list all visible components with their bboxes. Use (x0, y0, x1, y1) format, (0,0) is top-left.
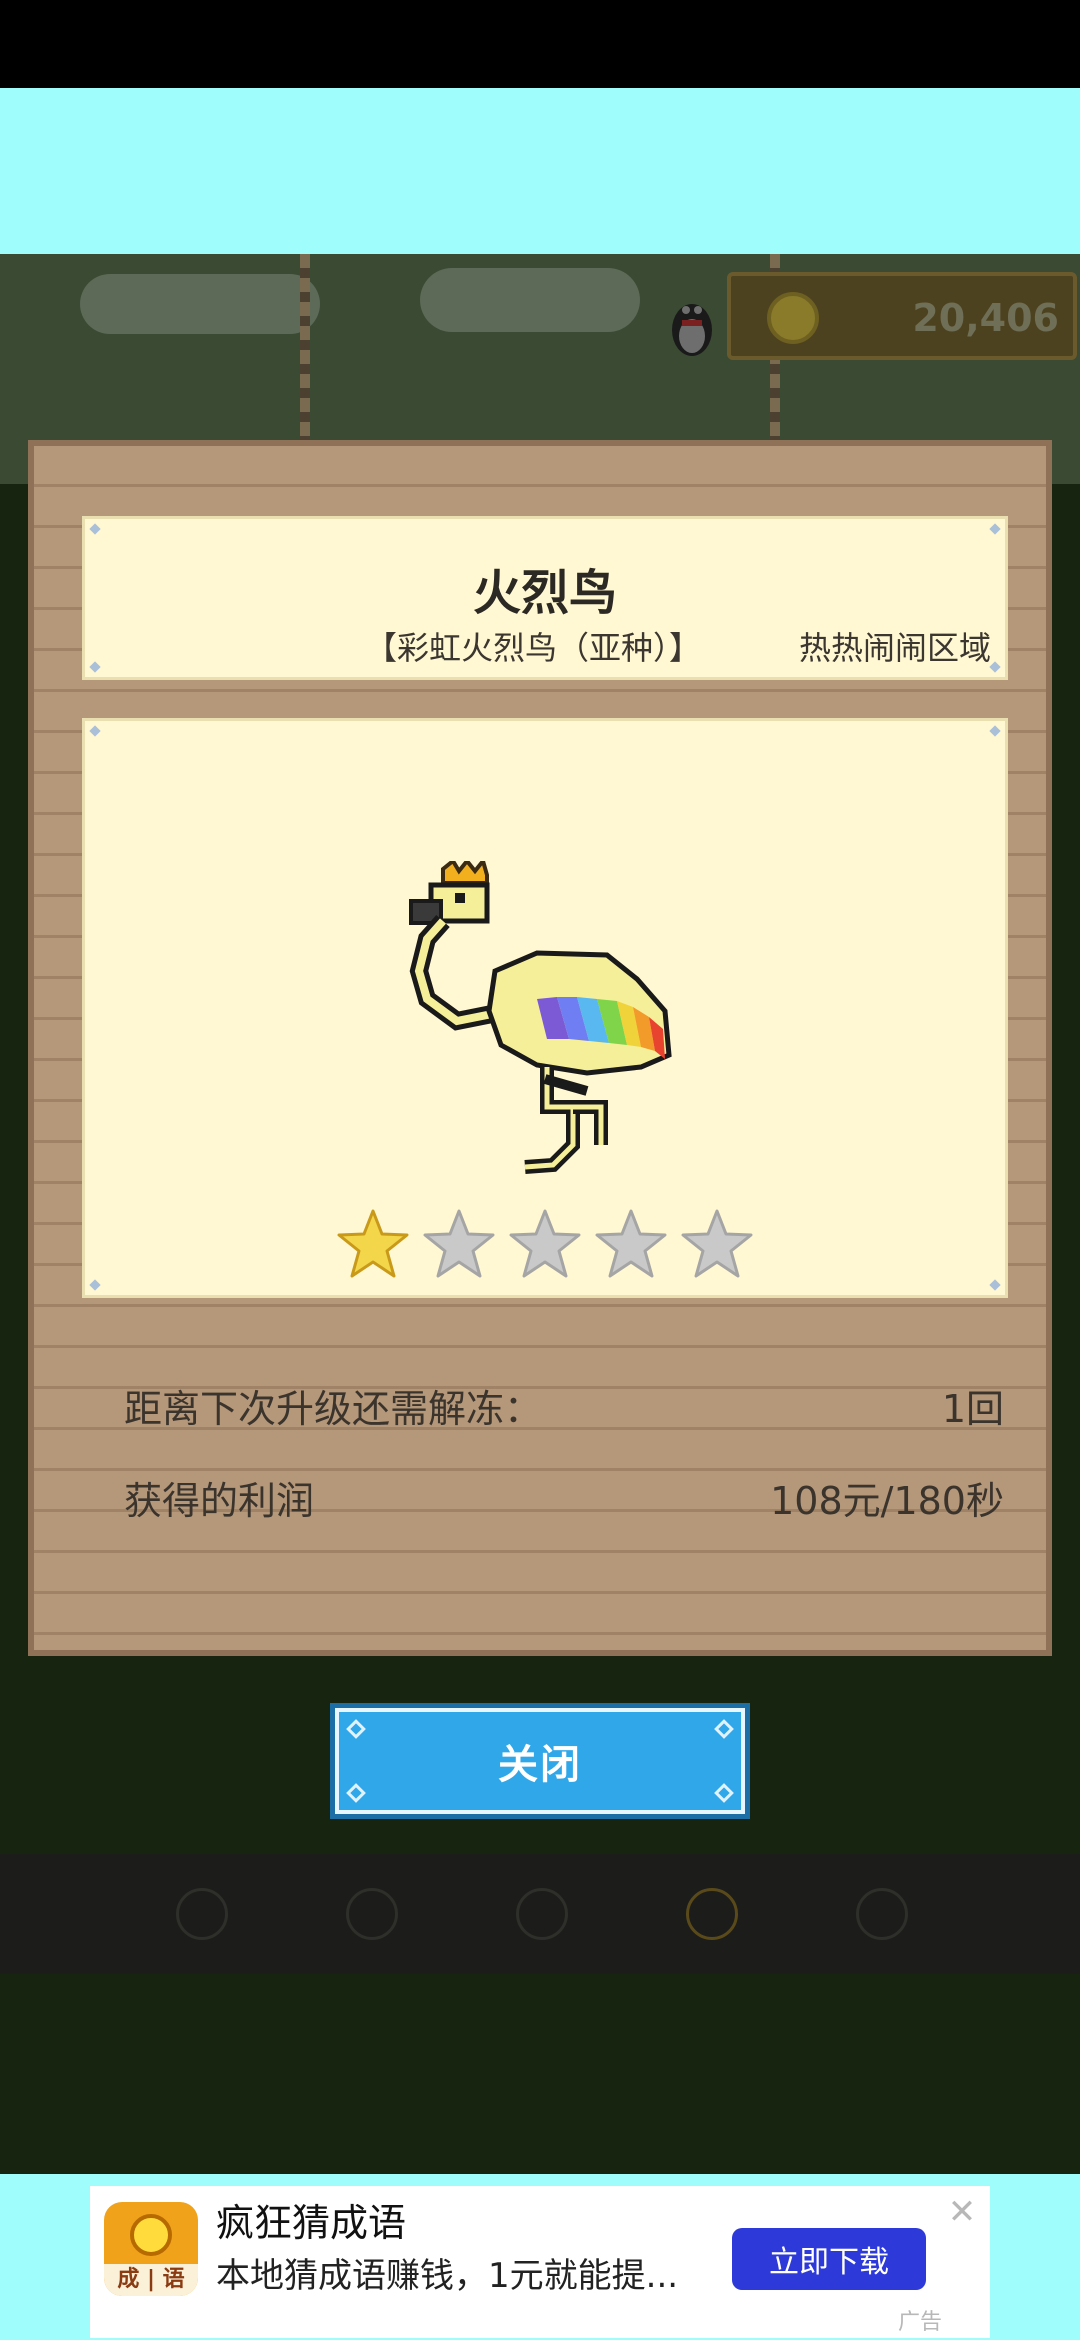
ad-app-icon-text: 成 | 语 (104, 2264, 198, 2296)
qq-penguin-icon (672, 304, 712, 356)
cloud (420, 268, 640, 332)
corner-decoration (89, 523, 101, 535)
status-bar (0, 0, 1080, 88)
animal-region: 热热闹闹区域 (798, 629, 991, 667)
corner-decoration (89, 1279, 101, 1291)
close-button[interactable]: 关闭 (330, 1703, 750, 1819)
ad-app-icon[interactable]: 成 | 语 (104, 2202, 198, 2296)
coin-icon (767, 292, 819, 344)
corner-decoration (989, 1279, 1001, 1291)
coin-value: 20,406 (912, 296, 1059, 340)
star-empty-icon (681, 1209, 753, 1278)
coin-counter: 20,406 (727, 272, 1077, 360)
star-empty-icon (595, 1209, 667, 1278)
title-panel: 火烈鸟 【彩虹火烈鸟（亚种）】 热热闹闹区域 (82, 516, 1008, 680)
scene-ground (0, 1854, 1080, 1974)
coin-icon (130, 2214, 172, 2256)
animal-info-dialog: 火烈鸟 【彩虹火烈鸟（亚种）】 热热闹闹区域 距离下次升级还需解冻： 1回 获得… (28, 440, 1052, 1656)
profit-row: 获得的利润 108元/180秒 (124, 1470, 1004, 1525)
close-button-label: 关闭 (498, 1742, 582, 1788)
profit-label: 获得的利润 (124, 1479, 315, 1523)
star-filled-icon (337, 1209, 409, 1278)
slot-hole (516, 1888, 568, 1940)
button-corner-decoration (714, 1719, 734, 1739)
slot-hole (686, 1888, 738, 1940)
slot-hole (856, 1888, 908, 1940)
star-empty-icon (423, 1209, 495, 1278)
slot-hole (346, 1888, 398, 1940)
corner-decoration (89, 725, 101, 737)
upgrade-requirement-row: 距离下次升级还需解冻： 1回 (124, 1378, 1004, 1433)
hanging-chain (300, 254, 310, 444)
button-corner-decoration (714, 1783, 734, 1803)
animal-name: 火烈鸟 (472, 565, 617, 621)
rainbow-flamingo-sprite (409, 861, 672, 1174)
ad-label: 广告 (898, 2310, 943, 2335)
corner-decoration (89, 661, 101, 673)
slot-hole (176, 1888, 228, 1940)
cloud (80, 274, 320, 334)
star-rating (85, 1207, 1005, 1281)
ad-close-icon[interactable]: ✕ (942, 2192, 982, 2232)
top-safe-area (0, 88, 1080, 254)
ad-description: 本地猜成语赚钱，1元就能提... (216, 2256, 679, 2296)
ad-card[interactable]: 成 | 语 疯狂猜成语 本地猜成语赚钱，1元就能提... 立即下载 ✕ 广告 (90, 2186, 990, 2338)
button-corner-decoration (346, 1719, 366, 1739)
upgrade-requirement-label: 距离下次升级还需解冻： (124, 1387, 543, 1431)
ad-download-button[interactable]: 立即下载 (732, 2228, 926, 2290)
button-corner-decoration (346, 1783, 366, 1803)
ad-title: 疯狂猜成语 (216, 2201, 407, 2245)
animal-image-panel (82, 718, 1008, 1298)
star-empty-icon (509, 1209, 581, 1278)
animal-variant: 【彩虹火烈鸟（亚种）】 (365, 629, 702, 667)
corner-decoration (989, 725, 1001, 737)
profit-value: 108元/180秒 (770, 1479, 1004, 1523)
corner-decoration (989, 661, 1001, 673)
ad-banner-area: 成 | 语 疯狂猜成语 本地猜成语赚钱，1元就能提... 立即下载 ✕ 广告 (0, 2174, 1080, 2340)
upgrade-requirement-value: 1回 (941, 1387, 1004, 1431)
corner-decoration (989, 523, 1001, 535)
